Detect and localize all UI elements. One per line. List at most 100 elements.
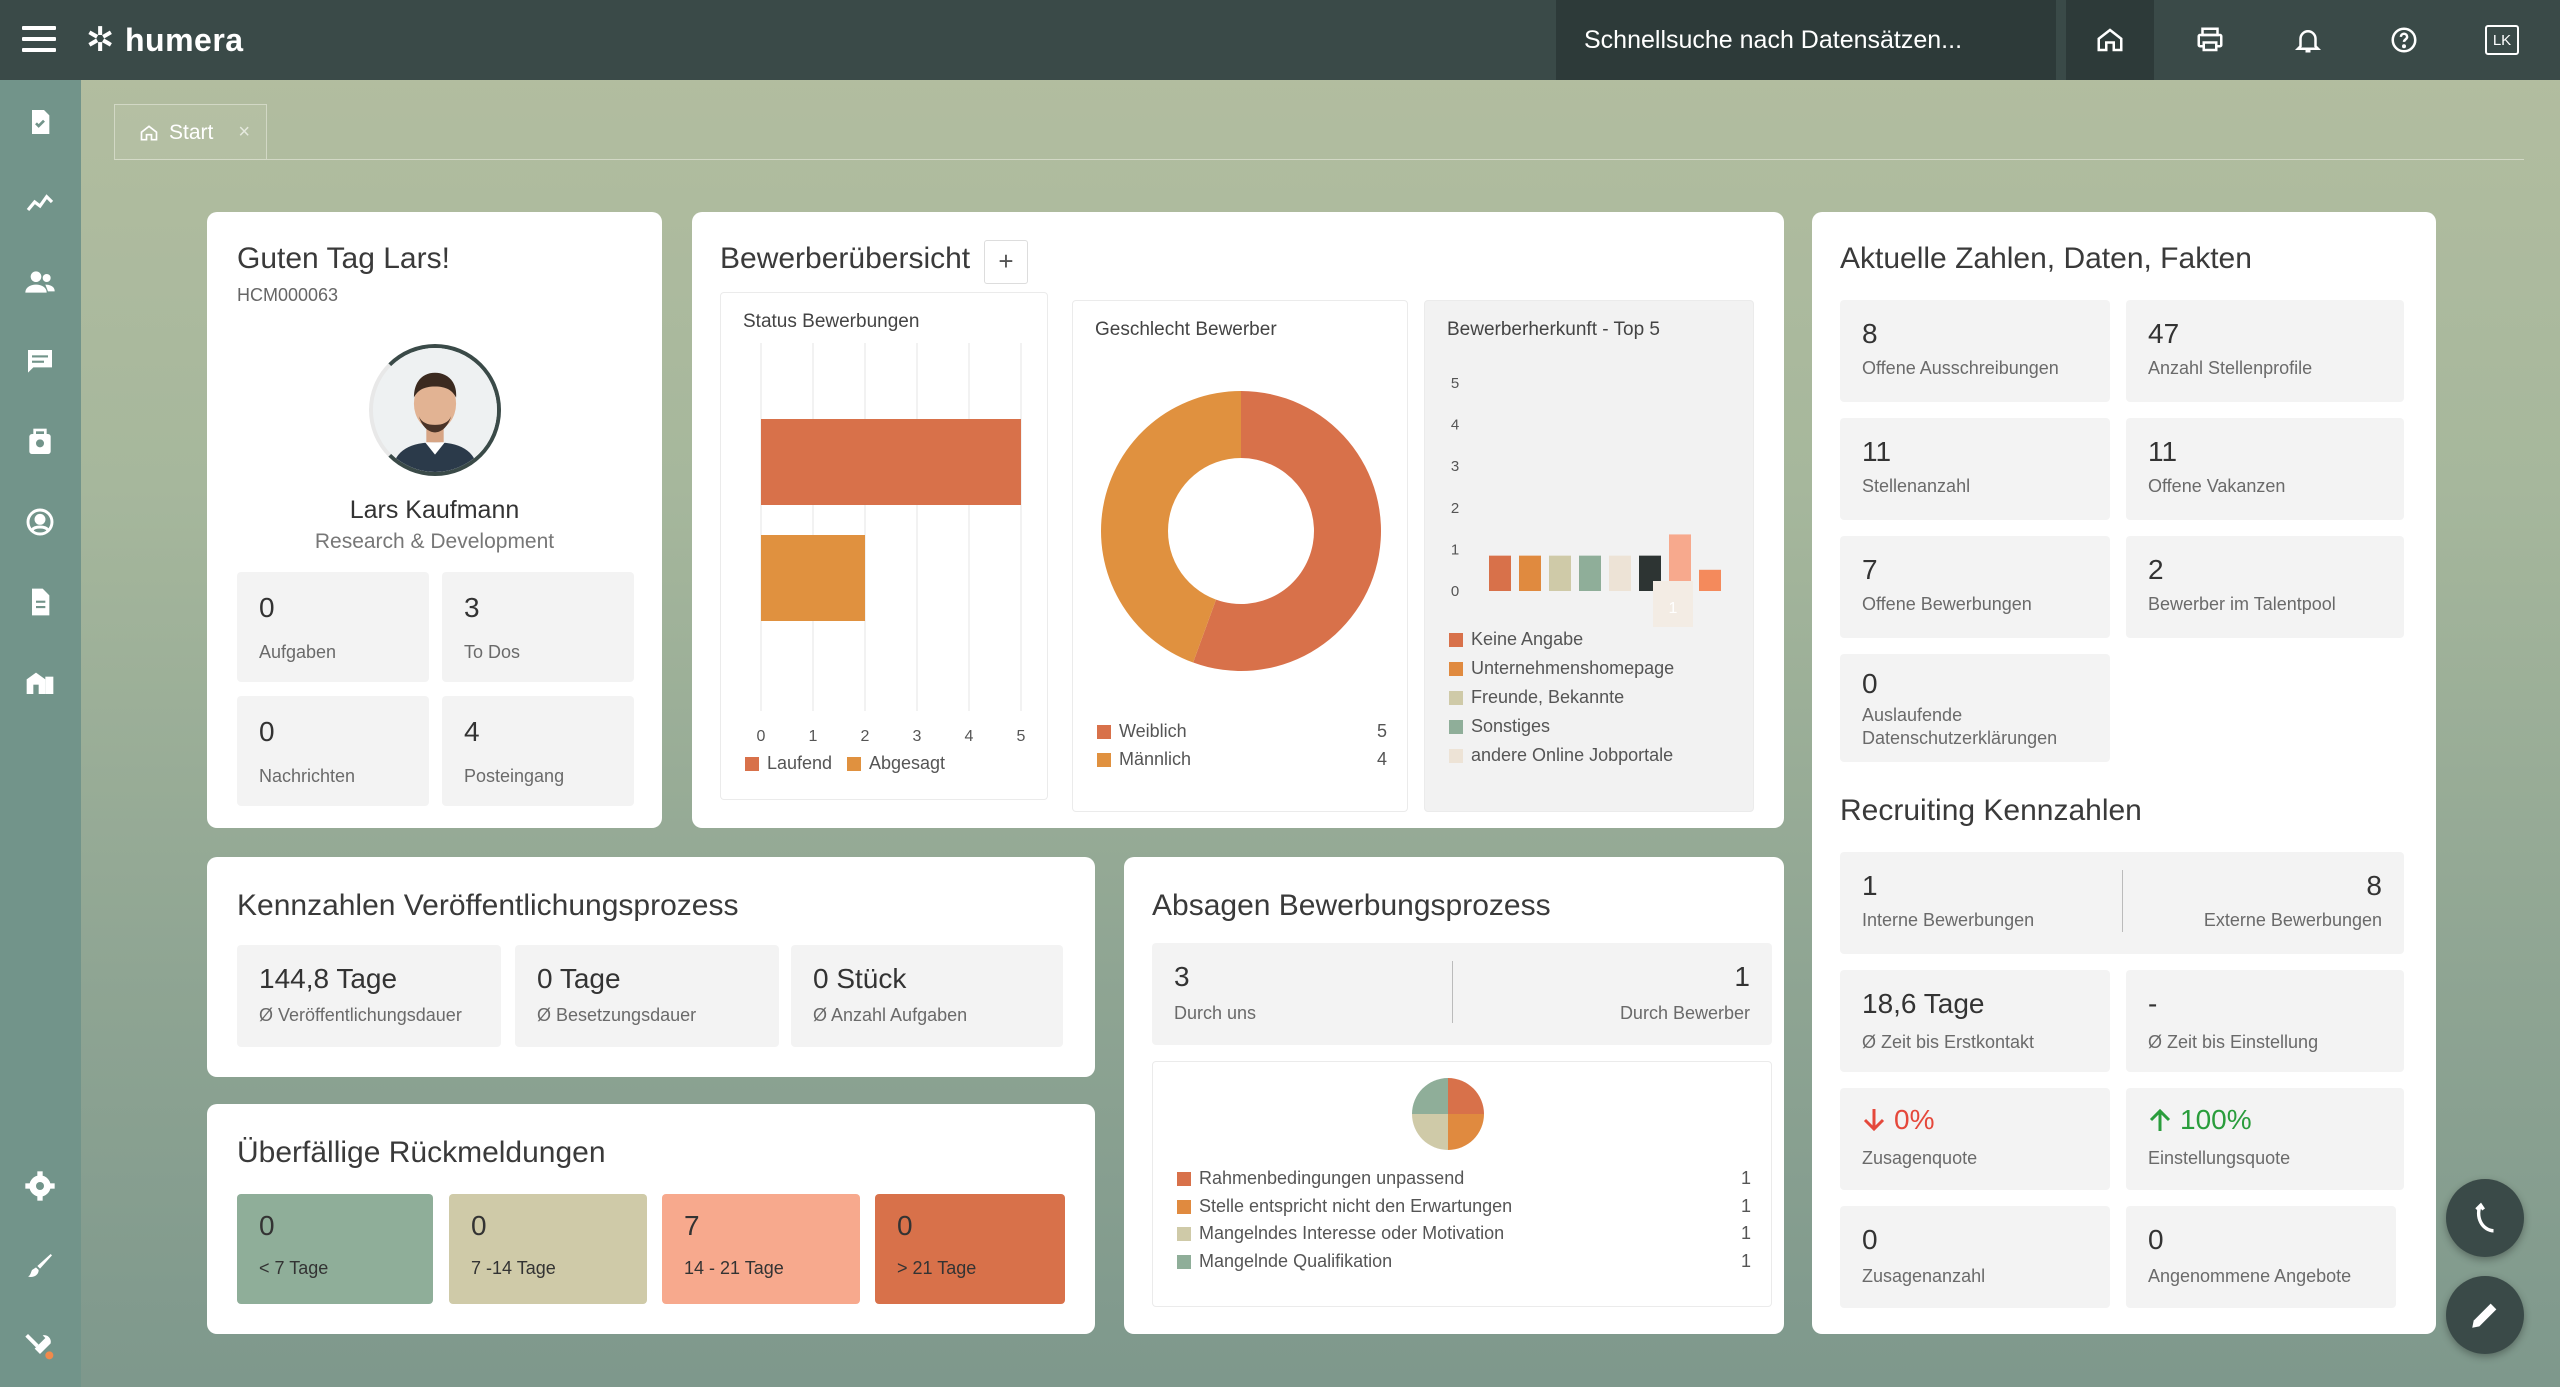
tile-overdue-gt21[interactable]: 0 > 21 Tage: [875, 1194, 1065, 1304]
tile-fill-duration[interactable]: 0 Tage Ø Besetzungsdauer: [515, 945, 779, 1047]
sidebar-people-icon[interactable]: [24, 266, 56, 298]
tile-vacancies[interactable]: 11 Offene Vakanzen: [2126, 418, 2404, 520]
arrow-up-icon: [2149, 1108, 2171, 1131]
by-us-value: 3: [1174, 961, 1190, 992]
pie-slice: [1412, 1114, 1448, 1150]
tile-commit-rate[interactable]: 0% Zusagenquote: [1840, 1088, 2110, 1190]
tile-publish-duration[interactable]: 144,8 Tage Ø Veröffentlichungsdauer: [237, 945, 501, 1047]
sidebar-tasks-icon[interactable]: [24, 106, 56, 138]
phone-icon: [2475, 1202, 2494, 1233]
tile-privacy-expiring[interactable]: 0 Auslaufende Datenschutzerklärungen: [1840, 654, 2110, 762]
profile-photo: [373, 348, 497, 472]
sidebar-analytics-icon[interactable]: [24, 186, 56, 218]
hire-rate: 100%: [2148, 1104, 2252, 1136]
legend-value: 1: [1740, 1196, 1751, 1216]
legend-swatch: [847, 756, 861, 771]
tile-messages[interactable]: 0 Nachrichten: [237, 696, 429, 806]
tile-label: Zusagenanzahl: [1862, 1266, 1986, 1286]
legend-item: Freunde, Bekannte: [1449, 687, 1624, 708]
tile-value: 0: [1862, 668, 1878, 699]
avatar[interactable]: [369, 344, 501, 476]
sidebar-settings-icon[interactable]: [24, 1170, 56, 1202]
tile-task-count[interactable]: 0 Stück Ø Anzahl Aufgaben: [791, 945, 1063, 1047]
app-logo[interactable]: ✲ humera: [86, 20, 244, 60]
legend-label: Weiblich: [1119, 721, 1187, 741]
tile-overdue-lt7[interactable]: 0 < 7 Tage: [237, 1194, 433, 1304]
bar: [1579, 555, 1601, 591]
tile-talent-pool[interactable]: 2 Bewerber im Talentpool: [2126, 536, 2404, 638]
tile-job-profiles[interactable]: 47 Anzahl Stellenprofile: [2126, 300, 2404, 402]
internal-label: Interne Bewerbungen: [1862, 910, 2035, 930]
tile-value: 7: [1862, 554, 1878, 585]
notifications-button[interactable]: [2260, 0, 2356, 80]
tile-internal-external[interactable]: 1 Interne Bewerbungen 8 Externe Bewerbun…: [1840, 852, 2404, 954]
sidebar-brush-icon[interactable]: [24, 1250, 56, 1282]
user-menu-button[interactable]: LK: [2454, 0, 2550, 80]
tile-rejections-split[interactable]: 3 Durch uns 1 Durch Bewerber: [1152, 943, 1772, 1045]
legend-item: Rahmenbedingungen unpassend 1: [1177, 1168, 1751, 1189]
menu-icon[interactable]: [22, 26, 56, 54]
legend-label: andere Online Jobportale: [1471, 745, 1674, 765]
tile-open-applications[interactable]: 7 Offene Bewerbungen: [1840, 536, 2110, 638]
search-input[interactable]: Schnellsuche nach Datensätzen...: [1556, 0, 2056, 80]
tick-label: 1: [1451, 541, 1459, 558]
legend-item: Sonstiges: [1449, 716, 1550, 737]
tile-overdue-7-14[interactable]: 0 7 -14 Tage: [449, 1194, 647, 1304]
publishing-card: Kennzahlen Veröffentlichungsprozess 144,…: [207, 857, 1095, 1077]
tab-start[interactable]: Start ×: [114, 104, 267, 160]
home-button[interactable]: [2066, 0, 2154, 80]
sidebar-documents-icon[interactable]: [24, 586, 56, 618]
tile-offers[interactable]: 0 Angenommene Angebote: [2126, 1206, 2396, 1308]
bar-abgesagt: [761, 535, 865, 621]
tile-positions[interactable]: 11 Stellenanzahl: [1840, 418, 2110, 520]
add-chart-button[interactable]: +: [984, 240, 1028, 284]
sidebar-jobs-icon[interactable]: [24, 426, 56, 458]
legend-swatch: [1177, 1226, 1191, 1241]
tile-label: Aufgaben: [259, 642, 337, 662]
legend-swatch: [1097, 752, 1111, 767]
help-button[interactable]: [2356, 0, 2452, 80]
sidebar-tools-icon[interactable]: [24, 1330, 56, 1362]
sidebar-candidates-icon[interactable]: [24, 506, 56, 538]
tile-value: 0: [471, 1210, 487, 1241]
commit-rate-value: 0%: [1894, 1104, 1935, 1135]
tile-inbox[interactable]: 4 Posteingang: [442, 696, 634, 806]
employee-id: HCM000063: [237, 285, 339, 305]
tile-value: 4: [464, 716, 480, 747]
sidebar: [0, 80, 81, 1387]
tile-label: Posteingang: [464, 766, 565, 786]
tile-todos[interactable]: 3 To Dos: [442, 572, 634, 682]
tile-value: 0: [897, 1210, 913, 1241]
close-icon[interactable]: ×: [238, 121, 250, 144]
bar: [1699, 569, 1721, 591]
tile-open-postings[interactable]: 8 Offene Ausschreibungen: [1840, 300, 2110, 402]
edit-button[interactable]: [2446, 1276, 2524, 1354]
tile-hire-rate[interactable]: 100% Einstellungsquote: [2126, 1088, 2404, 1190]
tile-time-to-hire[interactable]: - Ø Zeit bis Einstellung: [2126, 970, 2404, 1072]
sidebar-company-icon[interactable]: [24, 666, 56, 698]
employee-department: Research & Development: [314, 530, 555, 553]
legend-label: Freunde, Bekannte: [1471, 687, 1625, 707]
sidebar-messages-icon[interactable]: [24, 346, 56, 378]
legend-value: 5: [1376, 721, 1387, 741]
tile-label: Ø Anzahl Aufgaben: [813, 1005, 968, 1025]
tile-value: -: [2148, 988, 2158, 1019]
legend-swatch: [1097, 724, 1111, 739]
tile-overdue-14-21[interactable]: 7 14 - 21 Tage: [662, 1194, 860, 1304]
overdue-card: Überfällige Rückmeldungen 0 < 7 Tage 0 7 -…: [207, 1104, 1095, 1334]
tile-tasks[interactable]: 0 Aufgaben: [237, 572, 429, 682]
home-icon: [140, 124, 158, 140]
legend-item: Laufend: [745, 753, 832, 774]
legend-swatch: [1177, 1254, 1191, 1269]
rejection-pie-chart: [1412, 1078, 1484, 1150]
call-button[interactable]: [2446, 1179, 2524, 1257]
bell-icon: [2294, 30, 2322, 53]
tile-commits[interactable]: 0 Zusagenanzahl: [1840, 1206, 2110, 1308]
legend-label: Rahmenbedingungen unpassend: [1199, 1168, 1465, 1188]
tile-time-to-contact[interactable]: 18,6 Tage Ø Zeit bis Erstkontakt: [1840, 970, 2110, 1072]
bar-laufend: [761, 419, 1021, 505]
print-button[interactable]: [2162, 0, 2258, 80]
tile-value: 0: [259, 1210, 275, 1241]
tick-label: 4: [965, 728, 974, 745]
tooltip-value: 1: [1669, 600, 1678, 617]
